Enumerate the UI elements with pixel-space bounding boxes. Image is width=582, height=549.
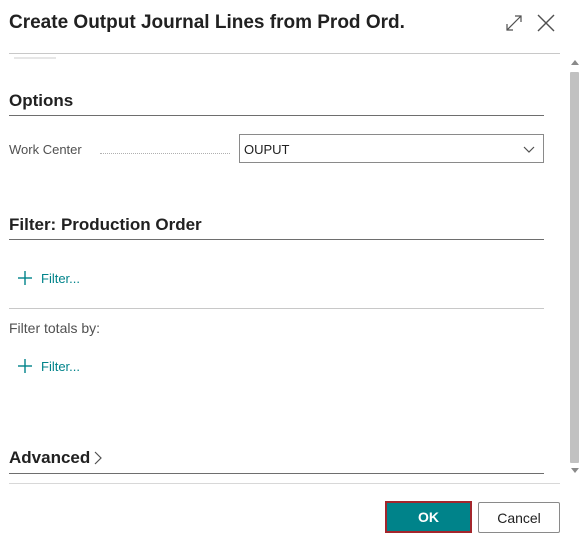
add-filter-label: Filter... <box>41 270 81 286</box>
plus-icon <box>18 271 32 285</box>
chevron-down-icon <box>523 146 535 153</box>
dialog-title: Create Output Journal Lines from Prod Or… <box>9 12 405 33</box>
work-center-value: OUPUT <box>244 142 290 157</box>
plus-icon <box>18 359 32 373</box>
options-section-divider <box>9 115 544 116</box>
add-totals-filter-button[interactable]: Filter... <box>16 355 80 377</box>
advanced-label: Advanced <box>9 448 91 467</box>
dialog: Create Output Journal Lines from Prod Or… <box>0 0 582 549</box>
filter-production-order-title: Filter: Production Order <box>9 215 202 234</box>
work-center-select[interactable]: OUPUT <box>239 134 544 163</box>
add-totals-filter-label: Filter... <box>41 358 81 374</box>
scroll-down-arrow-icon[interactable] <box>571 468 579 473</box>
cancel-button[interactable]: Cancel <box>478 502 560 533</box>
scroll-up-arrow-icon[interactable] <box>571 60 579 65</box>
header-divider <box>9 53 560 54</box>
close-icon[interactable] <box>535 12 557 34</box>
expand-icon[interactable] <box>503 12 525 34</box>
scroll-shadow <box>14 57 56 59</box>
options-section-title: Options <box>9 91 74 110</box>
add-filter-button[interactable]: Filter... <box>16 267 80 289</box>
dialog-content: Options Work Center OUPUT Filter: Produc… <box>0 55 566 487</box>
filter-section-divider <box>9 239 544 240</box>
filter-totals-divider <box>9 308 544 309</box>
chevron-right-icon <box>94 451 103 465</box>
scrollbar-thumb[interactable] <box>570 72 579 463</box>
filter-totals-label: Filter totals by: <box>9 320 101 336</box>
dialog-header: Create Output Journal Lines from Prod Or… <box>0 0 582 54</box>
advanced-section-toggle[interactable]: Advanced <box>9 448 103 468</box>
footer-divider <box>9 483 560 484</box>
advanced-section-divider <box>9 473 544 474</box>
work-center-label: Work Center <box>9 142 82 157</box>
ok-button[interactable]: OK <box>385 501 472 533</box>
content-scrollbar[interactable] <box>567 55 582 483</box>
field-leader-dots <box>100 153 230 154</box>
